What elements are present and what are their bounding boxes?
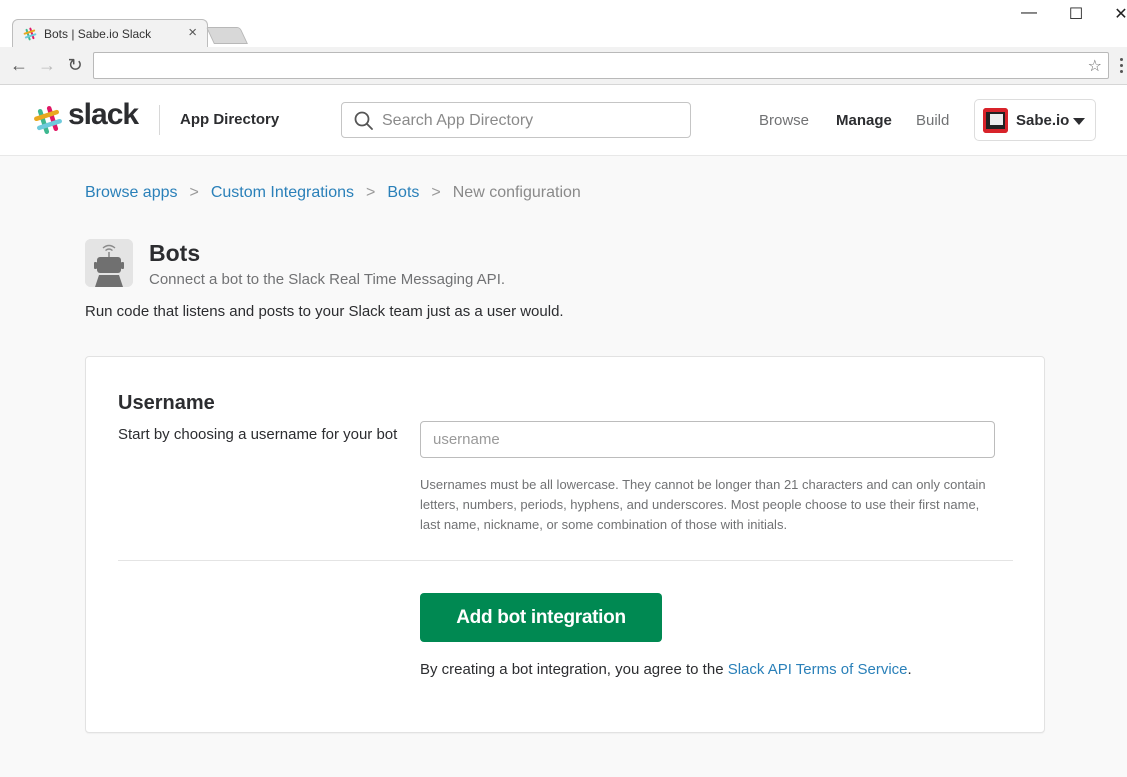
slack-logo-icon[interactable]: [33, 105, 63, 135]
slack-favicon-icon: [23, 27, 37, 41]
new-tab-button[interactable]: [206, 27, 248, 44]
header-divider: [159, 105, 160, 135]
terms-notice: By creating a bot integration, you agree…: [420, 661, 912, 678]
slack-wordmark[interactable]: slack: [68, 98, 139, 132]
team-switcher-button[interactable]: Sabe.io: [974, 99, 1096, 141]
app-description: Run code that listens and posts to your …: [85, 303, 564, 320]
terms-suffix: .: [907, 661, 912, 678]
app-directory-title[interactable]: App Directory: [180, 111, 279, 128]
search-icon: [354, 111, 373, 130]
app-directory-header: slack App Directory Browse Manage Build …: [0, 85, 1127, 156]
bot-app-icon: [85, 239, 133, 287]
team-avatar: [983, 108, 1008, 133]
username-section-title: Username: [118, 392, 215, 414]
breadcrumb-current: New configuration: [452, 184, 581, 201]
breadcrumb-separator: >: [189, 184, 199, 201]
terms-prefix: By creating a bot integration, you agree…: [420, 661, 728, 678]
minimize-icon[interactable]: —: [1019, 4, 1039, 22]
search-input[interactable]: [382, 109, 682, 133]
app-subtitle: Connect a bot to the Slack Real Time Mes…: [149, 271, 506, 288]
username-hint: Usernames must be all lowercase. They ca…: [420, 477, 986, 532]
browser-tabstrip: Bots | Sabe.io Slack × — ☐ ✕: [0, 0, 1127, 47]
username-input[interactable]: [420, 421, 995, 458]
terms-of-service-link[interactable]: Slack API Terms of Service: [728, 661, 908, 678]
browser-menu-icon[interactable]: [1120, 56, 1126, 76]
breadcrumb: Browse apps > Custom Integrations > Bots > New…: [85, 184, 581, 202]
nav-manage[interactable]: Manage: [836, 112, 892, 129]
breadcrumb-custom-integrations[interactable]: Custom Integrations: [211, 184, 354, 201]
breadcrumb-bots[interactable]: Bots: [387, 184, 419, 201]
breadcrumb-browse-apps[interactable]: Browse apps: [85, 184, 178, 201]
tab-close-icon[interactable]: ×: [188, 24, 197, 41]
breadcrumb-separator: >: [431, 184, 441, 201]
back-icon[interactable]: ←: [8, 54, 30, 76]
card-divider: [118, 560, 1013, 561]
tab-title: Bots | Sabe.io Slack: [44, 27, 152, 41]
bookmark-star-icon[interactable]: ☆: [1088, 56, 1102, 76]
add-bot-integration-button[interactable]: Add bot integration: [420, 593, 662, 642]
configuration-card: Username Start by choosing a username fo…: [85, 356, 1045, 733]
address-bar[interactable]: ☆: [93, 52, 1109, 79]
browser-toolbar: ← → ↻ ☆: [0, 47, 1127, 85]
maximize-icon[interactable]: ☐: [1066, 4, 1086, 24]
nav-build[interactable]: Build: [916, 112, 949, 129]
breadcrumb-separator: >: [366, 184, 376, 201]
team-name: Sabe.io: [1016, 112, 1070, 129]
window-close-icon[interactable]: ✕: [1111, 4, 1127, 24]
app-title: Bots: [149, 240, 201, 266]
username-section-help: Start by choosing a username for your bo…: [118, 426, 398, 443]
search-box[interactable]: [341, 102, 691, 138]
caret-down-icon: [1073, 118, 1085, 125]
nav-browse[interactable]: Browse: [759, 112, 809, 129]
forward-icon[interactable]: →: [36, 54, 58, 76]
browser-tab[interactable]: Bots | Sabe.io Slack ×: [12, 19, 208, 47]
reload-icon[interactable]: ↻: [64, 54, 86, 76]
